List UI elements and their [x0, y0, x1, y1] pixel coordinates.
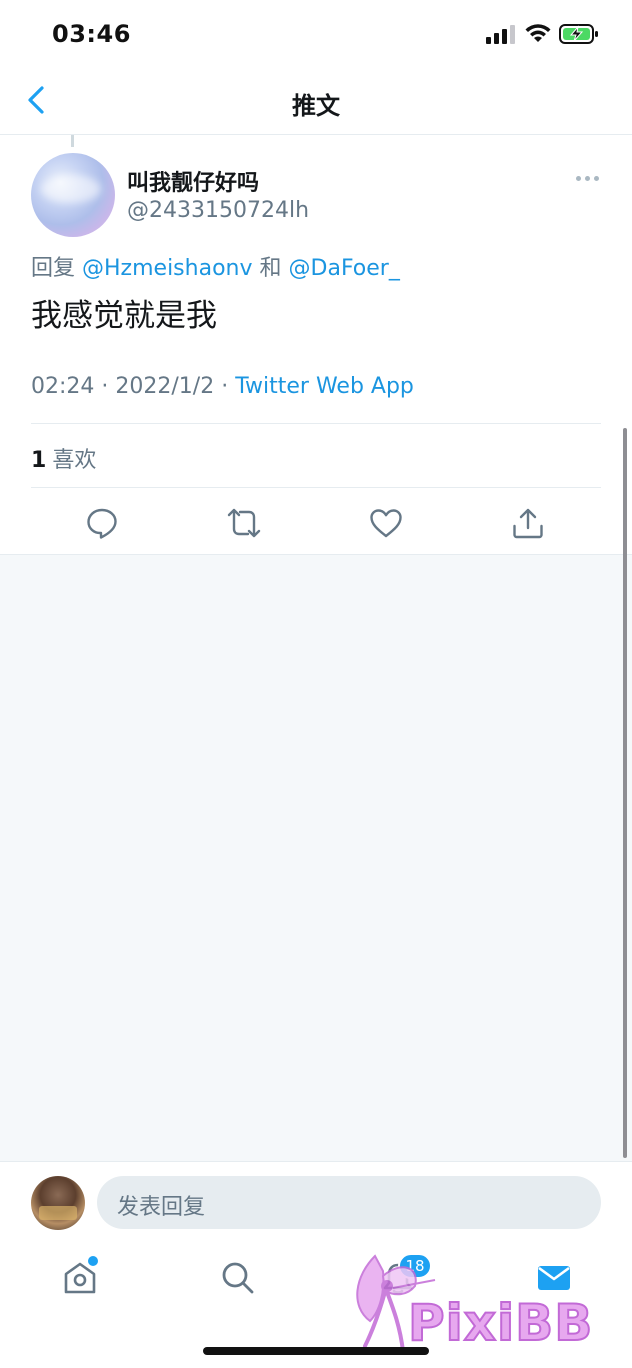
navigation-header: 推文: [0, 70, 632, 135]
reply-placeholder: 发表回复: [117, 1195, 206, 1220]
reply-mention-hzmeishaonv[interactable]: @Hzmeishaonv: [82, 256, 252, 281]
search-tab-icon[interactable]: [218, 1258, 258, 1298]
retweet-icon[interactable]: [226, 505, 262, 541]
reply-icon[interactable]: [84, 505, 120, 541]
like-count: 1: [31, 448, 47, 473]
tweet-metadata: 02:24 · 2022/1/2 · Twitter Web App: [31, 374, 414, 399]
reply-mention-dafoer[interactable]: @DaFoer_: [289, 256, 400, 281]
reply-and-word: 和: [259, 256, 282, 281]
likes-summary[interactable]: 1 喜欢: [31, 442, 96, 474]
wifi-icon: [525, 24, 551, 42]
status-bar: 03:46: [0, 0, 632, 70]
divider: [31, 487, 601, 488]
battery-charging-icon: [559, 24, 598, 44]
empty-replies-area: [0, 554, 632, 1162]
status-time: 03:46: [52, 20, 131, 48]
watermark-text: PixiBB: [407, 1293, 594, 1353]
author-name[interactable]: 叫我靓仔好吗: [127, 165, 259, 197]
like-label: 喜欢: [52, 448, 97, 473]
page-title: 推文: [292, 92, 340, 120]
scrollbar[interactable]: [623, 428, 627, 1158]
tweet-date: 2022/1/2: [115, 374, 215, 399]
author-avatar[interactable]: [31, 153, 115, 237]
reply-context: 回复 @Hzmeishaonv 和 @DaFoer_: [31, 250, 400, 282]
meta-separator: ·: [221, 374, 236, 399]
divider: [31, 423, 601, 424]
meta-separator: ·: [101, 374, 116, 399]
tweet-text: 我感觉就是我: [31, 298, 217, 334]
like-heart-icon[interactable]: [368, 505, 404, 541]
home-indicator: [203, 1347, 429, 1355]
reply-prefix: 回复: [31, 256, 76, 281]
home-new-indicator: [88, 1256, 98, 1266]
cellular-signal-icon: [486, 25, 515, 44]
reply-input[interactable]: 发表回复: [97, 1176, 601, 1229]
my-avatar[interactable]: [31, 1176, 85, 1230]
thread-connector-line: [71, 135, 74, 147]
share-icon[interactable]: [510, 505, 546, 541]
tweet-time: 02:24: [31, 374, 95, 399]
author-handle[interactable]: @2433150724lh: [127, 198, 309, 223]
more-options-icon[interactable]: [572, 168, 604, 188]
tweet-source[interactable]: Twitter Web App: [235, 374, 414, 399]
